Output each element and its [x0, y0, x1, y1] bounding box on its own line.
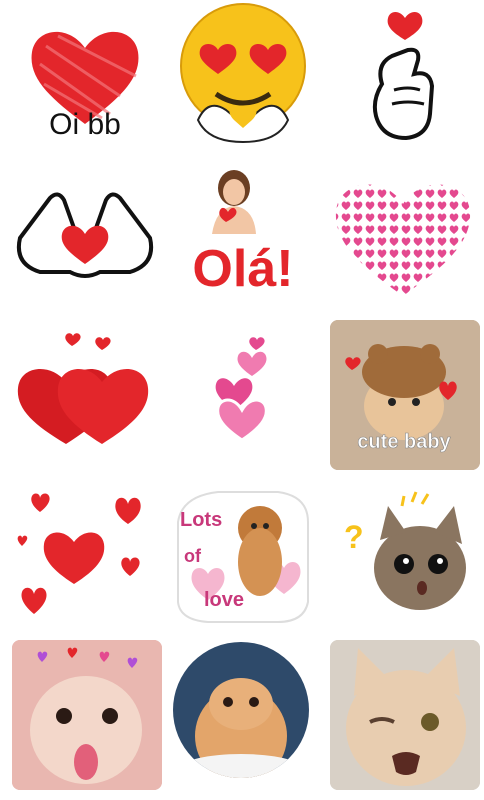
sticker-scribble-heart[interactable]: Oi bb [10, 6, 160, 156]
question-mark-text: ? [344, 519, 364, 555]
heart-eyes-emoji-icon [180, 3, 306, 144]
surprised-cat-icon: ? [344, 491, 466, 610]
heart-of-hearts-icon [335, 184, 471, 296]
cute-baby-text: cute baby [357, 431, 451, 453]
love-text: love [204, 589, 244, 611]
sticker-cute-baby-cat[interactable]: cute baby [330, 320, 480, 470]
sticker-heart-eyes-emoji[interactable] [168, 2, 318, 152]
sticker-pink-heart-stack[interactable] [168, 330, 318, 480]
of-text: of [184, 546, 202, 566]
ola-text: Olá! [192, 240, 293, 298]
oi-bb-text: Oi bb [49, 108, 121, 141]
sticker-hand-heart[interactable] [10, 168, 160, 318]
winking-cat-icon [330, 640, 480, 790]
cat-with-hearts-icon [12, 640, 162, 790]
sticker-fluffy-kitten[interactable] [172, 640, 322, 790]
sticker-grid: Oi bb Olá! cute baby Lots of love ? [0, 0, 484, 800]
fluffy-kitten-icon [173, 642, 309, 778]
sticker-ola[interactable]: Olá! [168, 160, 318, 310]
lots-of-love-puppy-icon: Lots of love [177, 491, 309, 623]
pink-hearts-icon [215, 337, 268, 442]
sticker-lots-of-love[interactable]: Lots of love [168, 482, 318, 632]
scribble-heart-icon: Oi bb [31, 31, 139, 141]
sticker-two-red-hearts[interactable] [10, 324, 160, 474]
sticker-cat-with-hearts[interactable] [12, 640, 162, 790]
hand-heart-icon [17, 192, 153, 278]
sticker-finger-heart[interactable] [330, 4, 480, 154]
sticker-heart-of-hearts[interactable] [328, 164, 478, 314]
sticker-scattered-hearts[interactable] [10, 484, 160, 634]
lots-text: Lots [180, 509, 222, 531]
ola-woman-icon: Olá! [191, 170, 295, 299]
finger-heart-icon [372, 12, 435, 141]
sticker-surprised-cat[interactable]: ? [330, 484, 480, 634]
two-hearts-icon [17, 333, 149, 444]
scattered-hearts-icon [17, 493, 141, 614]
sticker-winking-cat[interactable] [330, 640, 480, 790]
cute-baby-cat-icon: cute baby [330, 320, 480, 470]
